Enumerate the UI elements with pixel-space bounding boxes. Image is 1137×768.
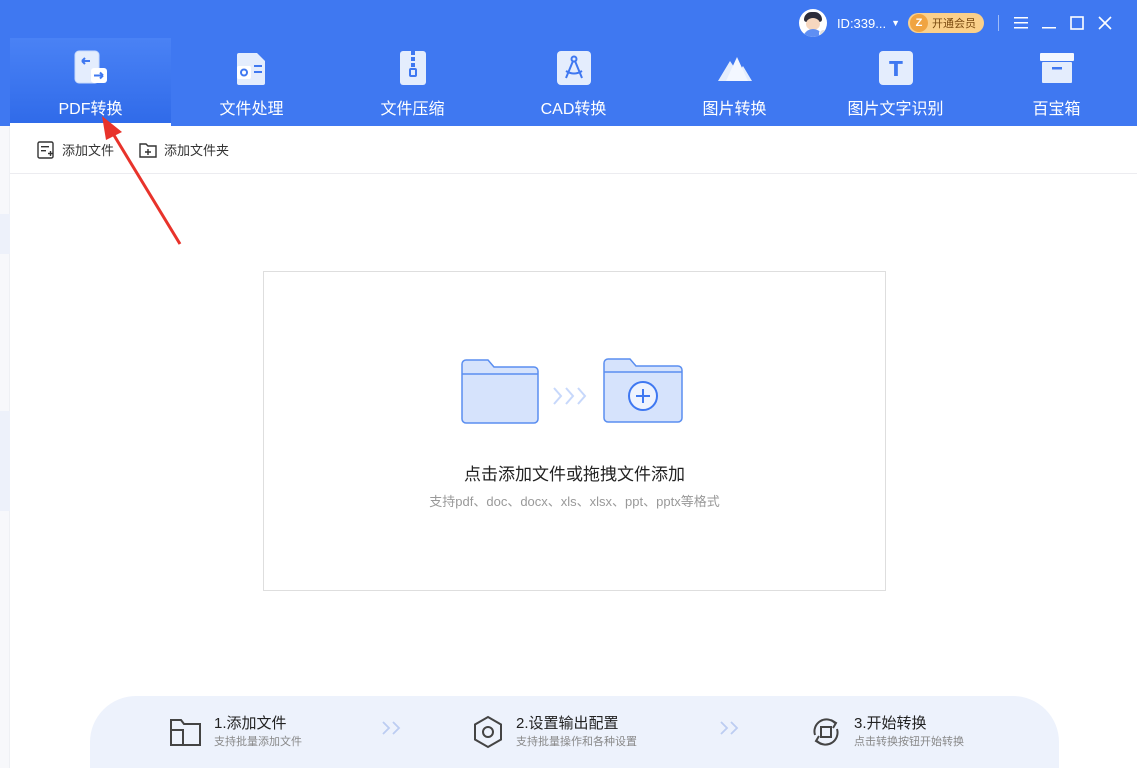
minimize-button[interactable] bbox=[1035, 9, 1063, 37]
vip-icon: Z bbox=[910, 14, 928, 32]
tab-label: 文件处理 bbox=[219, 101, 284, 118]
tab-ocr[interactable]: T 图片文字识别 bbox=[815, 38, 976, 126]
cad-convert-icon bbox=[553, 47, 595, 89]
tab-pdf-convert[interactable]: PDF转换 bbox=[10, 38, 171, 126]
maximize-icon bbox=[1070, 16, 1084, 30]
file-process-icon bbox=[231, 47, 273, 89]
left-sidebar-strip bbox=[0, 126, 10, 768]
vip-button[interactable]: Z 开通会员 bbox=[908, 13, 984, 33]
drop-zone-subtitle: 支持pdf、doc、docx、xls、xlsx、ppt、pptx等格式 bbox=[429, 494, 720, 509]
steps-bar: 1.添加文件 支持批量添加文件 2.设置输出配置 支持批量操作和各种设置 3.开… bbox=[90, 696, 1059, 768]
tab-label: CAD转换 bbox=[540, 101, 607, 118]
settings-hex-icon bbox=[470, 714, 506, 750]
step-title: 3.开始转换 bbox=[854, 715, 927, 732]
step-add-file: 1.添加文件 支持批量添加文件 bbox=[168, 714, 302, 750]
user-id[interactable]: ID:339... bbox=[837, 16, 886, 31]
chevrons-right-icon bbox=[553, 387, 587, 405]
chevrons-right-icon bbox=[720, 721, 739, 735]
tab-file-process[interactable]: 文件处理 bbox=[171, 38, 332, 126]
minimize-icon bbox=[1042, 27, 1056, 29]
hamburger-icon bbox=[1014, 17, 1028, 29]
tab-file-compress[interactable]: 文件压缩 bbox=[332, 38, 493, 126]
tab-label: 图片转换 bbox=[702, 101, 767, 118]
file-drop-zone[interactable]: 点击添加文件或拖拽文件添加 支持pdf、doc、docx、xls、xlsx、pp… bbox=[263, 271, 886, 591]
drop-zone-title: 点击添加文件或拖拽文件添加 bbox=[464, 465, 685, 484]
tab-cad-convert[interactable]: CAD转换 bbox=[493, 38, 654, 126]
ocr-icon: T bbox=[875, 47, 917, 89]
add-file-button[interactable]: 添加文件 bbox=[36, 140, 114, 160]
toolbox-icon bbox=[1036, 47, 1078, 89]
caret-down-icon[interactable]: ▼ bbox=[891, 18, 900, 28]
add-file-icon bbox=[37, 140, 54, 159]
vip-label: 开通会员 bbox=[932, 18, 976, 30]
main-tabs: PDF转换 文件处理 文件压缩 CAD转换 图片转换 T 图片文字识别 百宝箱 bbox=[10, 38, 1137, 126]
step-output-settings: 2.设置输出配置 支持批量操作和各种设置 bbox=[470, 714, 637, 750]
step-start-convert: 3.开始转换 点击转换按钮开始转换 bbox=[808, 714, 964, 750]
tab-image-convert[interactable]: 图片转换 bbox=[654, 38, 815, 126]
step-desc: 支持批量添加文件 bbox=[214, 736, 302, 748]
step-title: 2.设置输出配置 bbox=[516, 715, 619, 732]
title-bar: ID:339... ▼ Z 开通会员 bbox=[798, 8, 1119, 38]
close-button[interactable] bbox=[1091, 9, 1119, 37]
add-folder-icon bbox=[139, 142, 157, 158]
avatar[interactable] bbox=[798, 9, 827, 37]
tab-toolbox[interactable]: 百宝箱 bbox=[976, 38, 1137, 126]
file-compress-icon bbox=[392, 47, 434, 89]
pdf-convert-icon bbox=[70, 47, 112, 89]
header-bar: ID:339... ▼ Z 开通会员 PDF转换 文件处理 文件压缩 CAD转换… bbox=[0, 0, 1137, 126]
folder-outline-icon bbox=[168, 714, 204, 750]
close-icon bbox=[1098, 16, 1112, 30]
drop-zone-illustration bbox=[461, 358, 687, 428]
tab-label: PDF转换 bbox=[58, 101, 123, 118]
tab-label: 百宝箱 bbox=[1032, 101, 1081, 118]
convert-cycle-icon bbox=[808, 714, 844, 750]
step-desc: 点击转换按钮开始转换 bbox=[854, 736, 964, 748]
app-window: ID:339... ▼ Z 开通会员 PDF转换 文件处理 文件压缩 CAD转换… bbox=[0, 0, 1137, 768]
add-file-label: 添加文件 bbox=[62, 143, 115, 158]
tab-label: 图片文字识别 bbox=[847, 101, 944, 118]
add-folder-label: 添加文件夹 bbox=[164, 143, 230, 158]
add-folder-target-icon bbox=[603, 358, 683, 423]
folder-icon bbox=[461, 359, 539, 424]
chevrons-right-icon bbox=[382, 721, 401, 735]
add-folder-button[interactable]: 添加文件夹 bbox=[138, 140, 229, 160]
avatar-badge-icon bbox=[818, 29, 827, 37]
menu-button[interactable] bbox=[1007, 9, 1035, 37]
tab-label: 文件压缩 bbox=[380, 101, 445, 118]
divider bbox=[998, 15, 999, 31]
image-convert-icon bbox=[714, 47, 756, 89]
svg-text:T: T bbox=[889, 57, 903, 81]
toolbar: 添加文件 添加文件夹 bbox=[10, 126, 1137, 174]
maximize-button[interactable] bbox=[1063, 9, 1091, 37]
step-desc: 支持批量操作和各种设置 bbox=[516, 736, 637, 748]
step-title: 1.添加文件 bbox=[214, 715, 287, 732]
